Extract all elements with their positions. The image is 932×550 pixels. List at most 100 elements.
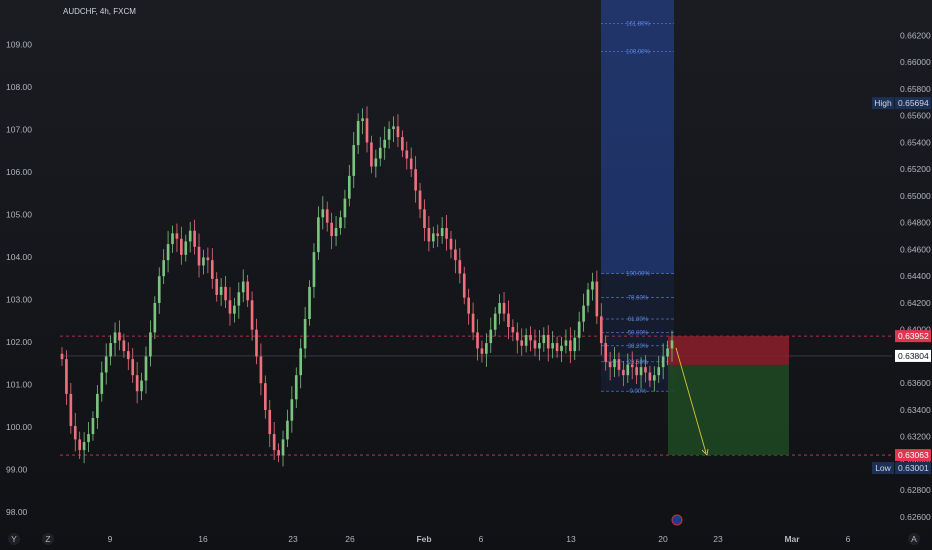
left-axis-tick: 98.00 [6, 507, 28, 517]
x-axis-tick: 6 [479, 534, 484, 544]
candle-body [60, 353, 64, 360]
candle-body [533, 340, 537, 349]
left-axis-tick: 101.00 [6, 380, 32, 390]
right-axis-tick: 0.62800 [900, 485, 931, 495]
candle-body [524, 335, 528, 346]
candle-body [498, 302, 501, 314]
candle-body [294, 375, 298, 400]
x-axis-tick: 23 [713, 534, 723, 544]
candle-body [171, 233, 174, 245]
timeframe-button-label[interactable]: Z [45, 534, 50, 544]
candle-body [144, 356, 148, 381]
trading-chart[interactable]: 161.80% 100.00% 100.00% 78.60% 61.80% 50.00% 3… [0, 0, 932, 550]
left-axis-tick: 105.00 [6, 209, 32, 219]
take-profit-zone[interactable] [668, 364, 789, 456]
candle-body [188, 230, 192, 242]
high-price-tag-value: 0.65694 [898, 98, 929, 108]
candle-body [343, 198, 347, 218]
candle-body [153, 302, 157, 333]
auto-scale-button-label[interactable]: A [911, 534, 917, 544]
candle-body [582, 305, 585, 322]
candle-body [462, 273, 466, 298]
candle-body [471, 313, 475, 333]
candle-body [591, 281, 594, 290]
candle-body [233, 305, 236, 314]
right-axis-tick: 0.65600 [900, 111, 931, 121]
candle-body [122, 340, 126, 352]
candle-body [100, 372, 104, 394]
chart-title: AUDCHF, 4h, FXCM [63, 7, 136, 16]
candle-body [73, 426, 77, 440]
candle-body [91, 417, 95, 435]
candle-body [401, 137, 404, 151]
fib-level-label: 100.00% [626, 272, 650, 278]
economic-event-flag-icon[interactable] [671, 514, 683, 526]
candle-body [264, 383, 267, 410]
fib-level-label: 61.80% [628, 317, 649, 323]
timeframe-button-label[interactable]: Y [11, 534, 17, 544]
candle-body [219, 286, 223, 295]
candle-body [599, 316, 603, 344]
candle-body [635, 367, 638, 376]
candle-body [458, 260, 462, 274]
candle-body [303, 319, 307, 349]
candle-body [140, 380, 143, 392]
candle-body [414, 169, 417, 191]
candle-body [520, 340, 524, 346]
candle-body [202, 257, 205, 266]
candle-body [480, 348, 484, 354]
candle-body [131, 359, 135, 376]
candle-body [436, 233, 440, 237]
candle-body [661, 356, 665, 368]
candle[interactable] [308, 280, 311, 326]
left-axis-tick: 107.00 [6, 124, 32, 134]
candle-body [622, 369, 625, 376]
candle-body [175, 233, 179, 239]
candle-body [290, 399, 294, 421]
left-axis-tick: 104.00 [6, 252, 32, 262]
chart-canvas[interactable]: 161.80% 100.00% 100.00% 78.60% 61.80% 50.00% 3… [0, 0, 932, 550]
candle-body [272, 434, 276, 451]
candle-body [529, 335, 532, 341]
candle-body [96, 393, 99, 418]
stop-loss-zone[interactable] [668, 336, 789, 365]
x-axis-tick: 23 [288, 534, 298, 544]
candle-body [149, 332, 152, 357]
candle-body [374, 158, 378, 167]
right-axis-tick: 0.66200 [900, 30, 931, 40]
candle-body [409, 158, 413, 170]
candle-body [104, 356, 108, 373]
candle-body [237, 292, 241, 306]
fib-level-label: 78.60% [628, 296, 649, 302]
candle-body [440, 228, 444, 237]
candle-body [180, 238, 183, 255]
candle-body [312, 252, 316, 287]
candle-body [387, 129, 391, 140]
candle-body [502, 302, 506, 314]
candle-body [445, 228, 448, 239]
candle-body [162, 260, 165, 277]
support-price-tag-value: 0.63063 [898, 450, 929, 460]
candle-body [250, 300, 254, 330]
candle-body [87, 434, 90, 443]
candle-body [555, 343, 559, 352]
candle-body [586, 289, 590, 306]
candle-body [197, 246, 201, 266]
candle-body [69, 393, 73, 427]
candle-body [365, 118, 369, 143]
candle-body [666, 348, 669, 357]
candle-body [109, 343, 112, 357]
candle-body [652, 375, 656, 381]
fib-level-label: 50.00% [628, 330, 649, 336]
candle-body [427, 228, 431, 242]
candle-body [224, 286, 227, 301]
candle-body [299, 348, 303, 376]
fib-level-label: 0.00% [629, 389, 647, 395]
right-axis-tick: 0.63200 [900, 432, 931, 442]
right-axis-tick: 0.63400 [900, 405, 931, 415]
right-axis-tick: 0.65800 [900, 84, 931, 94]
left-axis-tick: 109.00 [6, 39, 32, 49]
candle-body [630, 364, 634, 368]
right-axis-tick: 0.65000 [900, 191, 931, 201]
last-price-tag-value: 0.63804 [898, 351, 929, 361]
